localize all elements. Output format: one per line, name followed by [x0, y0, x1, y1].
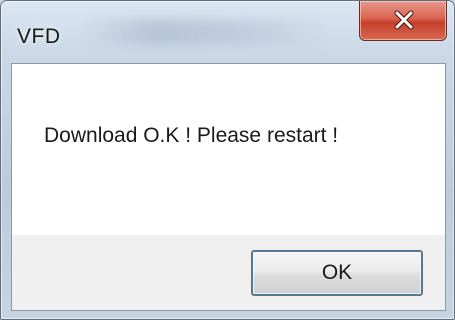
title-bar[interactable]: VFD	[1, 1, 455, 63]
close-button[interactable]	[359, 1, 447, 41]
dialog-message: Download O.K ! Please restart !	[44, 124, 339, 147]
dialog-content: Download O.K ! Please restart ! OK	[11, 63, 446, 311]
close-icon	[394, 10, 414, 30]
window-title: VFD	[17, 25, 61, 48]
dialog-window: VFD Download O.K ! Please restart ! OK	[0, 0, 455, 320]
title-bar-blurred-background	[81, 19, 331, 45]
ok-button[interactable]: OK	[251, 250, 423, 296]
dialog-footer: OK	[12, 235, 445, 310]
